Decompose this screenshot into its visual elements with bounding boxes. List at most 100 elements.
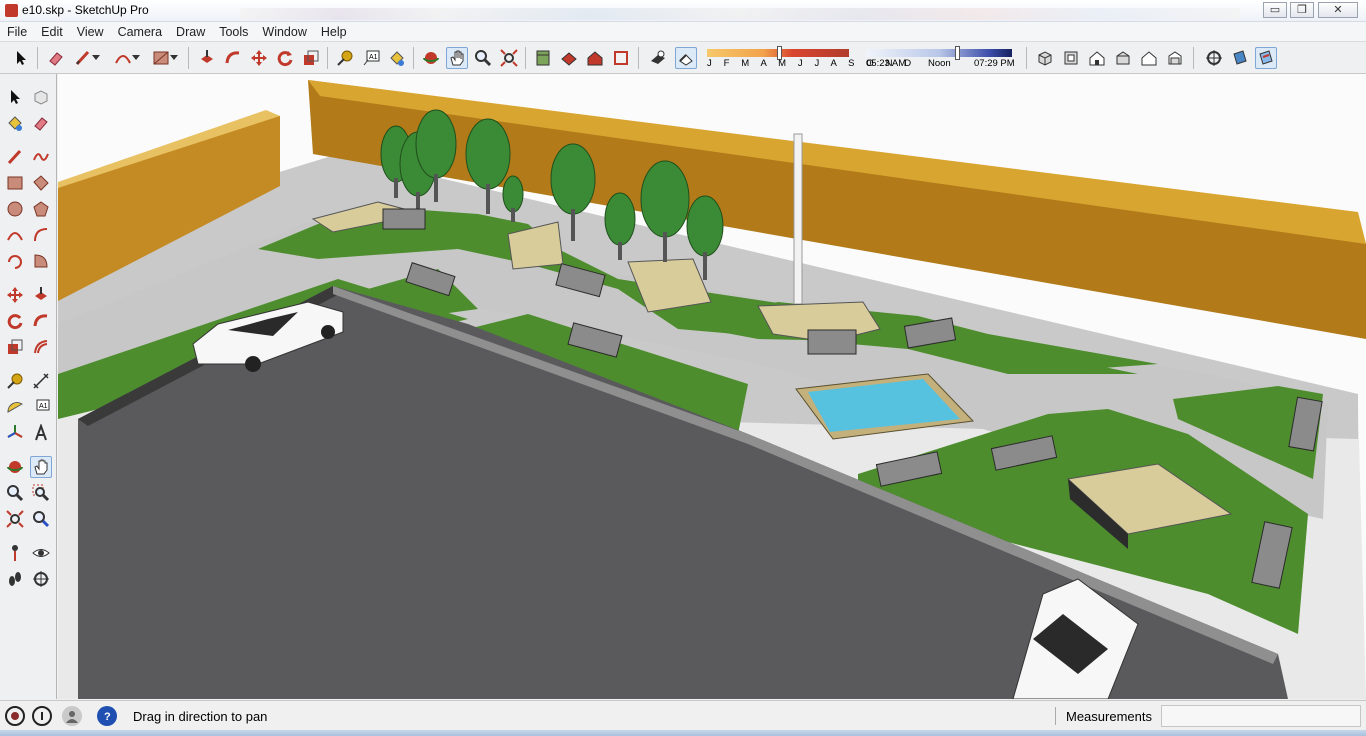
top-view-icon[interactable] [1060, 47, 1082, 69]
menu-file[interactable]: File [0, 22, 34, 39]
zoom-icon[interactable] [472, 47, 494, 69]
arc-icon[interactable] [4, 224, 26, 246]
toolbar-separator [1026, 47, 1027, 69]
user-avatar-icon[interactable] [62, 706, 82, 726]
rotate-icon[interactable] [274, 47, 296, 69]
3d-text-icon[interactable] [30, 422, 52, 444]
measurements-label: Measurements [1066, 709, 1152, 724]
look-around-icon[interactable] [30, 542, 52, 564]
shadows-icon[interactable] [647, 47, 669, 69]
freehand-icon[interactable] [30, 146, 52, 168]
pencil-dropdown-icon[interactable] [90, 47, 102, 69]
menu-draw[interactable]: Draw [169, 22, 212, 39]
polygon-icon[interactable] [30, 198, 52, 220]
tape-measure-icon[interactable] [4, 370, 26, 392]
right-view-icon[interactable] [1112, 47, 1134, 69]
pan-icon[interactable] [446, 47, 468, 69]
measurements-input[interactable] [1161, 705, 1361, 727]
arc-dropdown-icon[interactable] [130, 47, 142, 69]
dimension-icon[interactable] [30, 370, 52, 392]
position-camera-icon[interactable] [1203, 47, 1225, 69]
tool-palette: A1 [0, 74, 57, 699]
section-plane-icon[interactable] [1229, 47, 1251, 69]
axes-icon[interactable] [4, 422, 26, 444]
zoom-extents-icon[interactable] [4, 508, 26, 530]
protractor-icon[interactable] [4, 396, 26, 418]
toolbar-separator [638, 47, 639, 69]
toolbar-separator [188, 47, 189, 69]
menu-window[interactable]: Window [255, 22, 313, 39]
push-pull-icon[interactable] [196, 47, 218, 69]
shadow-time-start: 05:23 AM [866, 58, 907, 69]
restore-button[interactable]: ❐ [1290, 2, 1314, 18]
zoom-window-icon[interactable] [30, 482, 52, 504]
line-icon[interactable] [4, 146, 26, 168]
left-view-icon[interactable] [1164, 47, 1186, 69]
move-icon[interactable] [4, 284, 26, 306]
rotated-rectangle-icon[interactable] [30, 172, 52, 194]
close-button[interactable]: ✕ [1318, 2, 1358, 18]
orbit-icon[interactable] [420, 47, 442, 69]
menu-edit[interactable]: Edit [34, 22, 70, 39]
rotate-icon[interactable] [4, 310, 26, 332]
select-icon[interactable] [10, 47, 32, 69]
iso-view-icon[interactable] [1034, 47, 1056, 69]
paint-bucket-icon[interactable] [4, 112, 26, 134]
3d-viewport[interactable] [58, 74, 1366, 699]
text-icon[interactable]: A1 [30, 396, 52, 418]
fog-icon[interactable] [675, 47, 697, 69]
two-point-arc-icon[interactable] [30, 224, 52, 246]
position-camera-icon[interactable] [4, 542, 26, 564]
walk-icon[interactable] [4, 568, 26, 590]
send-to-layout-icon[interactable] [610, 47, 632, 69]
pie-icon[interactable] [30, 250, 52, 272]
rectangle-icon[interactable] [4, 172, 26, 194]
help-icon[interactable]: ? [97, 706, 117, 726]
back-view-icon[interactable] [1138, 47, 1160, 69]
select-icon[interactable] [4, 86, 26, 108]
scale-icon[interactable] [4, 336, 26, 358]
orbit-icon[interactable] [4, 456, 26, 478]
components-icon[interactable] [532, 47, 554, 69]
component-icon[interactable] [30, 86, 52, 108]
offset-icon[interactable] [30, 336, 52, 358]
menu-camera[interactable]: Camera [111, 22, 169, 39]
menu-tools[interactable]: Tools [212, 22, 255, 39]
zoom-extents-icon[interactable] [498, 47, 520, 69]
push-pull-icon[interactable] [30, 284, 52, 306]
eraser-icon[interactable] [30, 112, 52, 134]
flagpole [793, 133, 803, 305]
status-divider [1055, 707, 1056, 725]
svg-text:A1: A1 [369, 54, 378, 61]
geo-location-icon[interactable] [5, 706, 25, 726]
bench [807, 329, 857, 355]
move-icon[interactable] [248, 47, 270, 69]
paint-bucket-icon[interactable] [386, 47, 408, 69]
section-plane-icon[interactable] [30, 568, 52, 590]
front-view-icon[interactable] [1086, 47, 1108, 69]
eraser-icon[interactable] [45, 47, 67, 69]
scale-icon[interactable] [300, 47, 322, 69]
status-hint: Drag in direction to pan [133, 709, 268, 724]
follow-me-icon[interactable] [222, 47, 244, 69]
previous-view-icon[interactable] [30, 508, 52, 530]
rectangle-dropdown-icon[interactable] [168, 47, 180, 69]
follow-me-icon[interactable] [30, 310, 52, 332]
pan-icon[interactable] [30, 456, 52, 478]
3d-warehouse-icon[interactable] [584, 47, 606, 69]
zoom-icon[interactable] [4, 482, 26, 504]
menu-help[interactable]: Help [314, 22, 354, 39]
three-point-arc-icon[interactable] [4, 250, 26, 272]
toolbar-separator [37, 47, 38, 69]
shadow-time-thumb[interactable] [955, 46, 960, 60]
title-bar: e10.skp - SketchUp Pro ▭ ❐ ✕ [0, 0, 1366, 22]
circle-icon[interactable] [4, 198, 26, 220]
shadow-time-slider[interactable] [866, 49, 1012, 57]
menu-view[interactable]: View [70, 22, 111, 39]
minimize-button[interactable]: ▭ [1263, 2, 1287, 18]
credits-icon[interactable] [32, 706, 52, 726]
styles-icon[interactable] [558, 47, 580, 69]
tape-measure-icon[interactable] [334, 47, 356, 69]
display-section-icon[interactable] [1255, 47, 1277, 69]
text-icon[interactable]: A1 [360, 47, 382, 69]
